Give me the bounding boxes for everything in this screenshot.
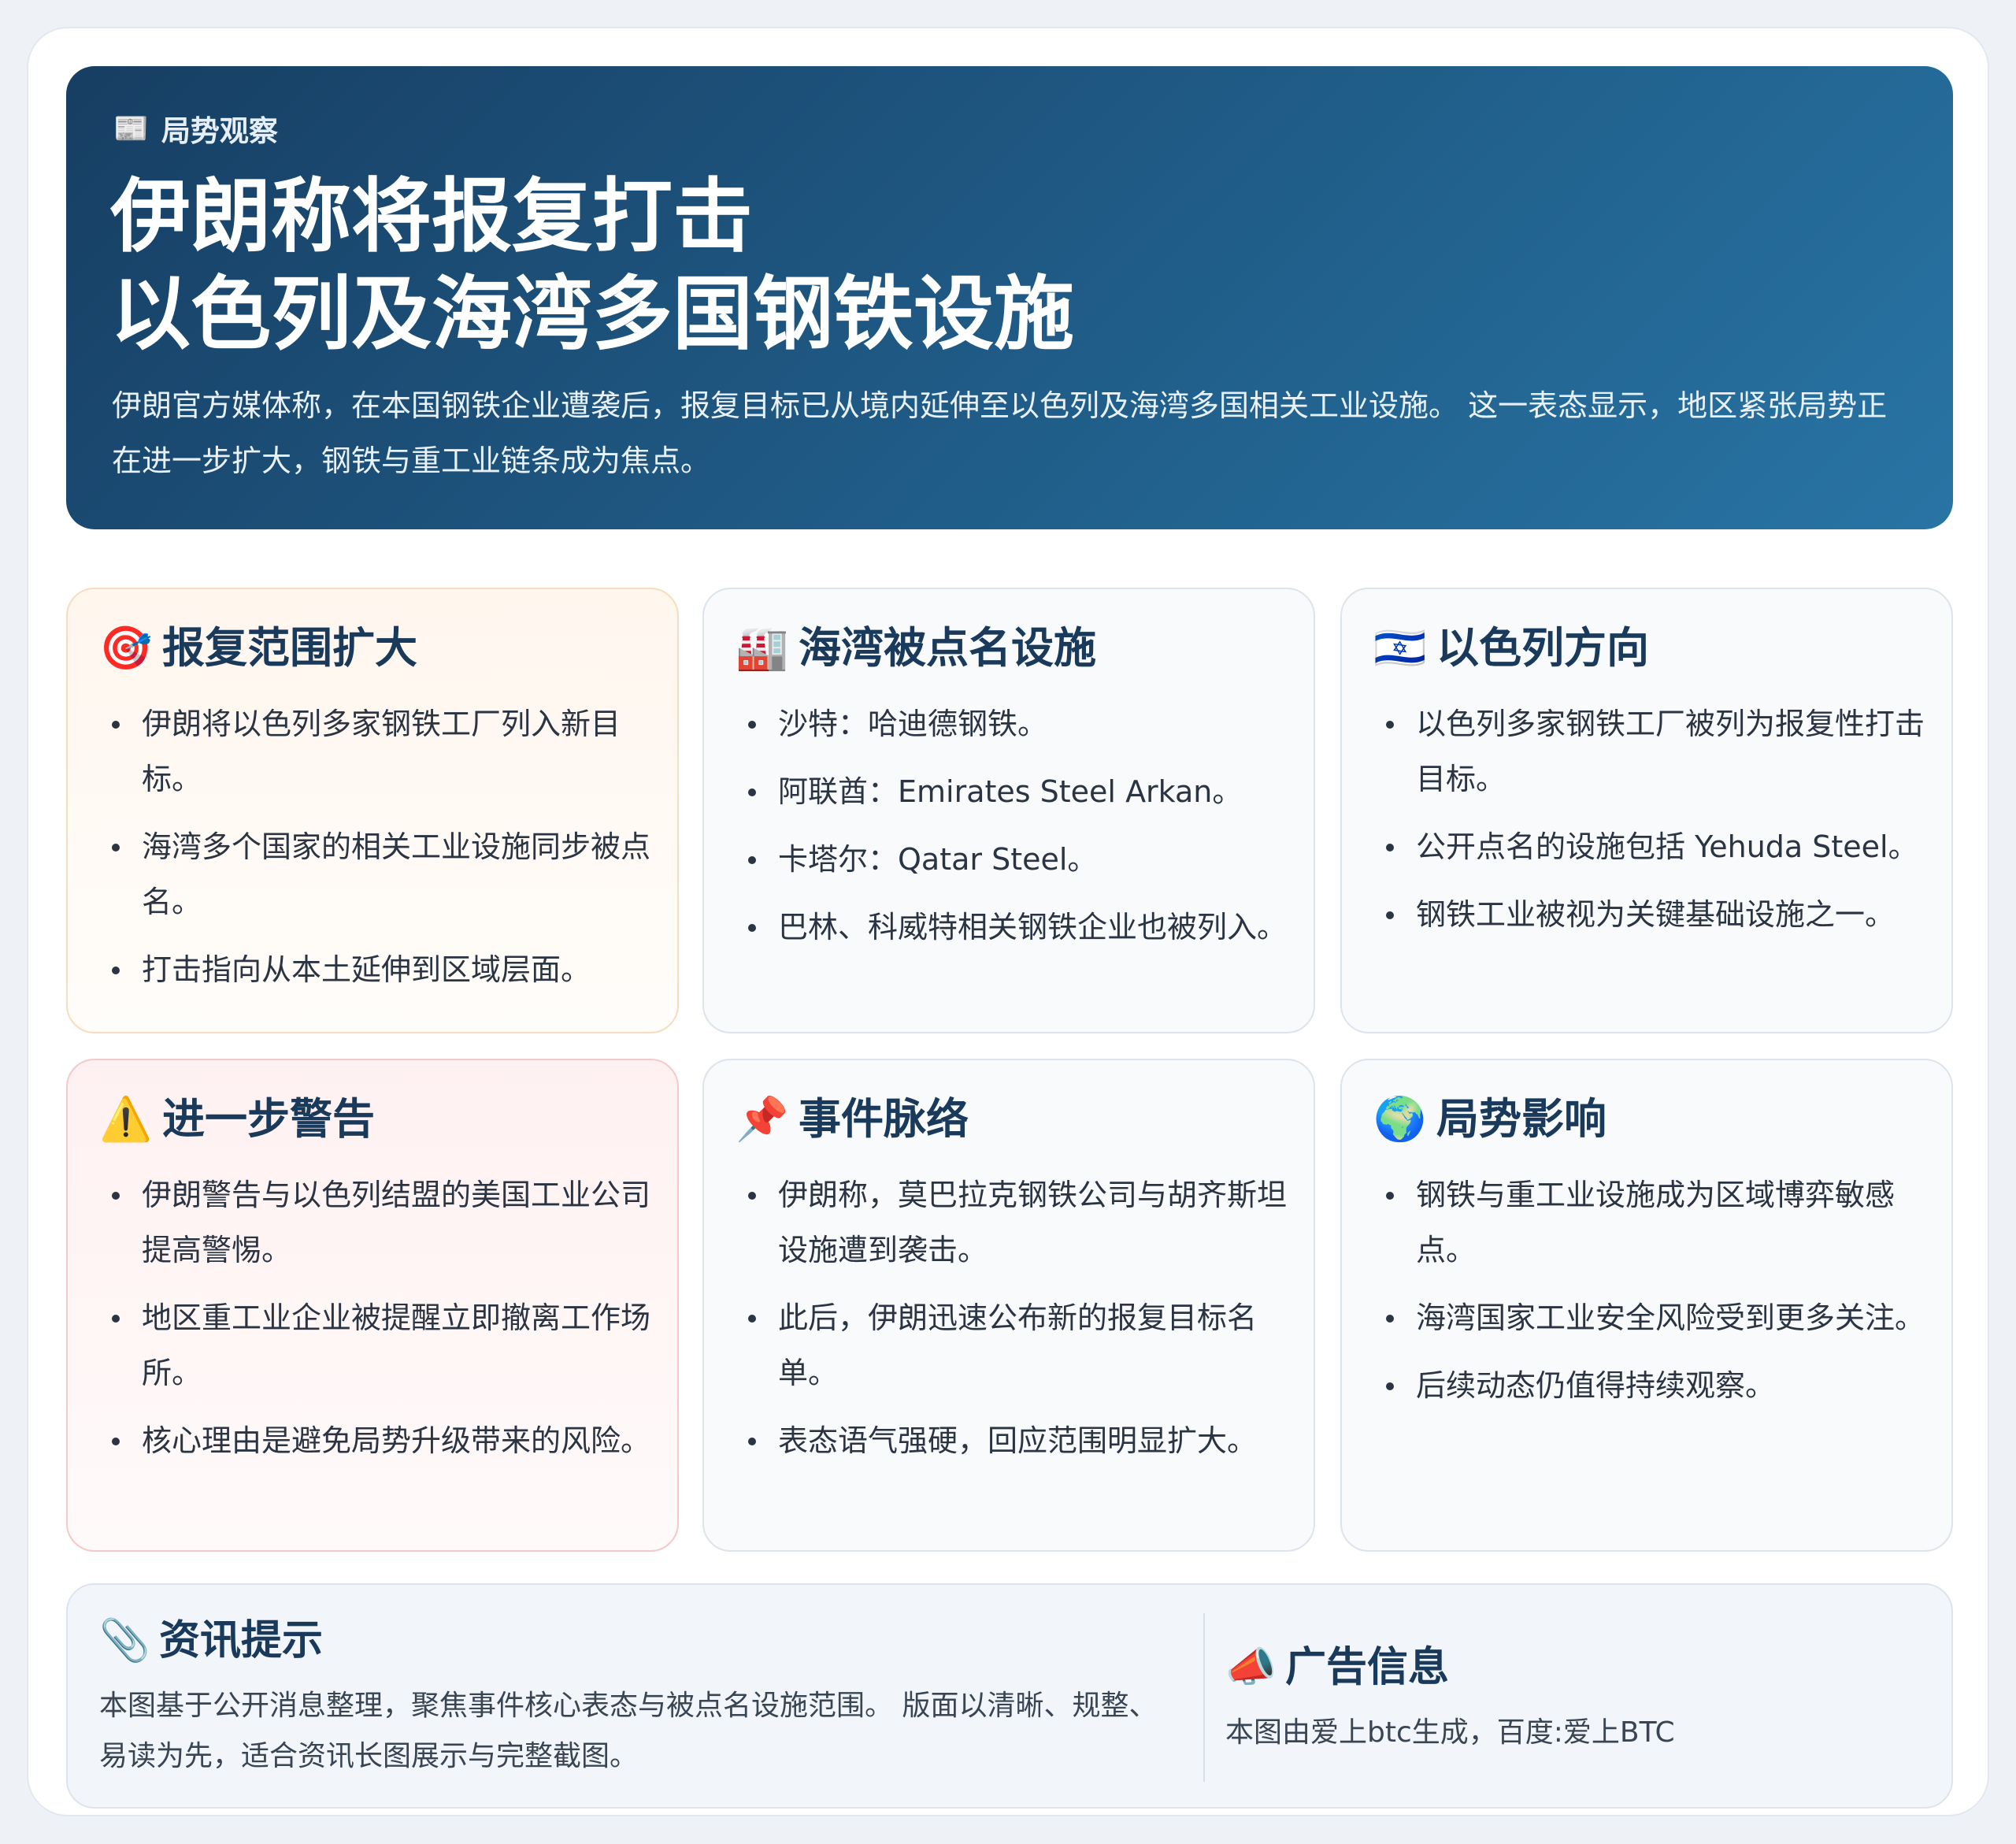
list-item: 海湾国家工业安全风险受到更多关注。: [1384, 1290, 1936, 1345]
list-item: 巴林、科威特相关钢铁企业也被列入。: [747, 900, 1298, 955]
card-situation-impact: 🌍 局势影响 钢铁与重工业设施成为区域博弈敏感点。 海湾国家工业安全风险受到更多…: [1340, 1059, 1953, 1552]
info-title: 资讯提示: [159, 1617, 324, 1664]
list-item: 此后，伊朗迅速公布新的报复目标名单。: [747, 1290, 1298, 1401]
footer-divider: [1203, 1613, 1205, 1782]
card-israel-direction: 🇮🇱 以色列方向 以色列多家钢铁工厂被列为报复性打击目标。 公开点名的设施包括 …: [1340, 588, 1953, 1033]
card-title: 事件脉络: [799, 1094, 969, 1144]
card-title: 进一步警告: [162, 1094, 375, 1144]
newspaper-icon: 📰: [113, 113, 149, 145]
page-title: 伊朗称将报复打击 以色列及海湾多国钢铁设施: [110, 169, 1843, 364]
info-notice: 📎 资讯提示 本图基于公开消息整理，聚焦事件核心表态与被点名设施范围。 版面以清…: [99, 1613, 1170, 1782]
list-item: 地区重工业企业被提醒立即撤离工作场所。: [110, 1290, 662, 1401]
list-item: 沙特：哈迪德钢铁。: [747, 696, 1298, 751]
card-header: 🇮🇱 以色列方向: [1373, 621, 1649, 676]
list-item: 钢铁与重工业设施成为区域博弈敏感点。: [1384, 1167, 1936, 1278]
card-further-warning: ⚠️ 进一步警告 伊朗警告与以色列结盟的美国工业公司提高警惕。 地区重工业企业被…: [66, 1059, 679, 1552]
card-header: 🎯 报复范围扩大: [99, 621, 417, 676]
card-header: 🌍 局势影响: [1373, 1092, 1606, 1147]
card-gulf-facilities: 🏭 海湾被点名设施 沙特：哈迪德钢铁。 阿联酋：Emirates Steel A…: [702, 588, 1315, 1033]
ad-text: 本图由爱上btc生成，百度:爱上BTC: [1225, 1716, 1675, 1749]
card-list: 以色列多家钢铁工厂被列为报复性打击目标。 公开点名的设施包括 Yehuda St…: [1384, 696, 1936, 955]
title-line-1: 伊朗称将报复打击: [110, 170, 753, 264]
hero-kicker-label: 局势观察: [161, 114, 278, 148]
list-item: 后续动态仍值得持续观察。: [1384, 1358, 1936, 1413]
list-item: 打击指向从本土延伸到区域层面。: [110, 942, 662, 997]
list-item: 海湾多个国家的相关工业设施同步被点名。: [110, 819, 662, 929]
card-list: 沙特：哈迪德钢铁。 阿联酋：Emirates Steel Arkan。 卡塔尔：…: [747, 696, 1298, 967]
card-header: ⚠️ 进一步警告: [99, 1092, 375, 1147]
list-item: 公开点名的设施包括 Yehuda Steel。: [1384, 819, 1936, 874]
ad-notice: 📣 广告信息 本图由爱上btc生成，百度:爱上BTC: [1225, 1640, 1918, 1758]
list-item: 核心理由是避免局势升级带来的风险。: [110, 1413, 662, 1468]
card-header: 🏭 海湾被点名设施: [736, 621, 1096, 676]
list-item: 阿联酋：Emirates Steel Arkan。: [747, 764, 1298, 819]
card-header: 📌 事件脉络: [736, 1092, 969, 1147]
card-list: 伊朗称，莫巴拉克钢铁公司与胡齐斯坦设施遭到袭击。 此后，伊朗迅速公布新的报复目标…: [747, 1167, 1298, 1481]
info-text: 本图基于公开消息整理，聚焦事件核心表态与被点名设施范围。 版面以清晰、规整、易读…: [99, 1690, 1158, 1772]
megaphone-icon: 📣: [1225, 1644, 1277, 1691]
card-list: 钢铁与重工业设施成为区域博弈敏感点。 海湾国家工业安全风险受到更多关注。 后续动…: [1384, 1167, 1936, 1426]
ad-header: 📣 广告信息: [1225, 1640, 1918, 1695]
warning-icon: ⚠️: [99, 1094, 153, 1144]
list-item: 伊朗将以色列多家钢铁工厂列入新目标。: [110, 696, 662, 807]
list-item: 表态语气强硬，回应范围明显扩大。: [747, 1413, 1298, 1468]
list-item: 以色列多家钢铁工厂被列为报复性打击目标。: [1384, 696, 1936, 807]
card-title: 以色列方向: [1436, 623, 1649, 673]
hero-banner: 📰 局势观察 伊朗称将报复打击 以色列及海湾多国钢铁设施 伊朗官方媒体称，在本国…: [66, 66, 1953, 529]
card-title: 局势影响: [1436, 1094, 1606, 1144]
card-event-timeline: 📌 事件脉络 伊朗称，莫巴拉克钢铁公司与胡齐斯坦设施遭到袭击。 此后，伊朗迅速公…: [702, 1059, 1315, 1552]
ad-title: 广告信息: [1285, 1644, 1450, 1691]
list-item: 伊朗警告与以色列结盟的美国工业公司提高警惕。: [110, 1167, 662, 1278]
target-icon: 🎯: [99, 623, 153, 673]
card-title: 海湾被点名设施: [799, 623, 1096, 673]
hero-kicker: 📰 局势观察: [113, 107, 278, 150]
card-list: 伊朗警告与以色列结盟的美国工业公司提高警惕。 地区重工业企业被提醒立即撤离工作场…: [110, 1167, 662, 1481]
info-header: 📎 资讯提示: [99, 1613, 1170, 1668]
title-line-2: 以色列及海湾多国钢铁设施: [110, 268, 1074, 362]
footer-panel: 📎 资讯提示 本图基于公开消息整理，聚焦事件核心表态与被点名设施范围。 版面以清…: [66, 1583, 1953, 1809]
globe-icon: 🌍: [1373, 1094, 1427, 1144]
factory-icon: 🏭: [736, 623, 789, 673]
page-container: 📰 局势观察 伊朗称将报复打击 以色列及海湾多国钢铁设施 伊朗官方媒体称，在本国…: [27, 27, 1989, 1816]
hero-summary: 伊朗官方媒体称，在本国钢铁企业遭袭后，报复目标已从境内延伸至以色列及海湾多国相关…: [112, 388, 1888, 478]
list-item: 钢铁工业被视为关键基础设施之一。: [1384, 887, 1936, 942]
paperclip-icon: 📎: [99, 1617, 150, 1664]
israel-flag-icon: 🇮🇱: [1373, 623, 1427, 673]
pushpin-icon: 📌: [736, 1094, 789, 1144]
card-title: 报复范围扩大: [162, 623, 417, 673]
list-item: 伊朗称，莫巴拉克钢铁公司与胡齐斯坦设施遭到袭击。: [747, 1167, 1298, 1278]
card-retaliation-scope: 🎯 报复范围扩大 伊朗将以色列多家钢铁工厂列入新目标。 海湾多个国家的相关工业设…: [66, 588, 679, 1033]
card-list: 伊朗将以色列多家钢铁工厂列入新目标。 海湾多个国家的相关工业设施同步被点名。 打…: [110, 696, 662, 1010]
list-item: 卡塔尔：Qatar Steel。: [747, 832, 1298, 887]
